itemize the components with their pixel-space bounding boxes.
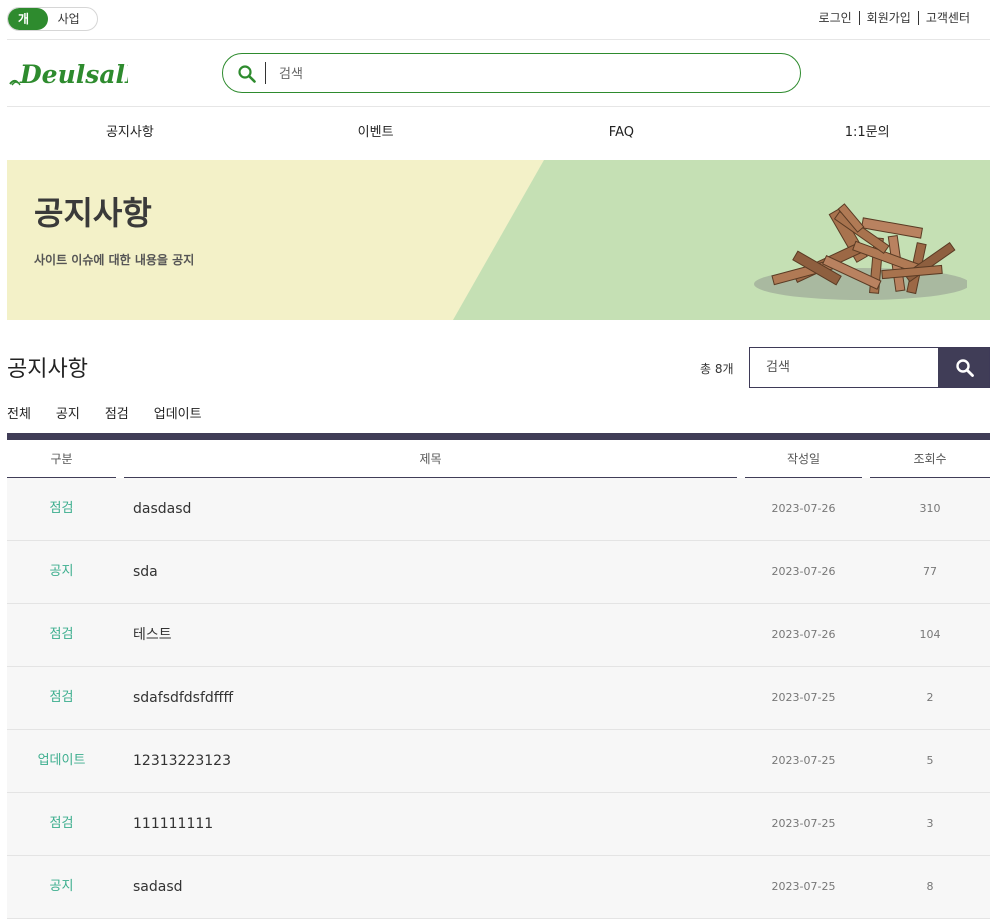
row-date: 2023-07-25 xyxy=(771,754,836,767)
top-links: 로그인 회원가입 고객센터 xyxy=(812,11,977,25)
category-all[interactable]: 전체 xyxy=(7,403,31,422)
nav-faq[interactable]: FAQ xyxy=(499,107,745,159)
global-search xyxy=(222,53,801,93)
row-date: 2023-07-26 xyxy=(771,502,836,515)
column-date: 작성일 xyxy=(745,441,862,478)
row-title[interactable]: sda xyxy=(133,541,733,603)
personal-toggle-button[interactable]: 개인 xyxy=(8,8,48,30)
row-views: 3 xyxy=(926,817,934,830)
top-bar: 개인 사업자 로그인 회원가입 고객센터 xyxy=(0,0,1007,40)
list-search-input[interactable] xyxy=(750,348,938,387)
global-search-input[interactable] xyxy=(277,62,781,86)
row-category: 업데이트 xyxy=(37,753,86,768)
row-title[interactable]: sadasd xyxy=(133,856,733,918)
main-nav: 공지사항 이벤트 FAQ 1:1문의 xyxy=(7,107,990,159)
wood-pile-icon xyxy=(754,203,967,300)
nav-inquiry[interactable]: 1:1문의 xyxy=(744,107,990,159)
login-link[interactable]: 로그인 xyxy=(812,11,859,25)
row-title[interactable]: sdafsdfdsfdffff xyxy=(133,667,733,729)
row-views: 77 xyxy=(923,565,937,578)
row-views: 8 xyxy=(926,880,934,893)
row-date: 2023-07-25 xyxy=(771,817,836,830)
table-header: 구분 제목 작성일 조회수 xyxy=(7,441,990,478)
table-row[interactable]: 점검 dasdasd 2023-07-26 310 xyxy=(7,478,990,541)
table-body: 점검 dasdasd 2023-07-26 310 공지 sda 2023-07… xyxy=(7,478,990,919)
page: 개인 사업자 로그인 회원가입 고객센터 DeulsalE 공지사항 이벤트 F… xyxy=(0,0,1007,919)
row-category: 점검 xyxy=(49,690,74,705)
row-title[interactable]: 111111111 xyxy=(133,793,733,855)
row-views: 2 xyxy=(926,691,934,704)
row-date: 2023-07-25 xyxy=(771,880,836,893)
customer-center-link[interactable]: 고객센터 xyxy=(917,11,977,25)
table-row[interactable]: 점검 111111111 2023-07-25 3 xyxy=(7,793,990,856)
search-icon[interactable] xyxy=(237,64,257,84)
nav-notice[interactable]: 공지사항 xyxy=(7,107,253,159)
category-maintenance[interactable]: 점검 xyxy=(105,403,129,422)
column-views: 조회수 xyxy=(870,441,990,478)
row-title[interactable]: 12313223123 xyxy=(133,730,733,792)
row-category: 공지 xyxy=(49,879,74,894)
column-title: 제목 xyxy=(124,441,737,478)
row-category: 점검 xyxy=(49,501,74,516)
category-notice[interactable]: 공지 xyxy=(56,403,80,422)
business-toggle-button[interactable]: 사업자 xyxy=(48,8,97,30)
signup-link[interactable]: 회원가입 xyxy=(858,11,918,25)
table-row[interactable]: 업데이트 12313223123 2023-07-25 5 xyxy=(7,730,990,793)
search-divider xyxy=(265,62,266,84)
row-views: 104 xyxy=(919,628,941,641)
table-row[interactable]: 공지 sadasd 2023-07-25 8 xyxy=(7,856,990,919)
column-category: 구분 xyxy=(7,441,116,478)
post-count: 총 8개 xyxy=(700,362,734,376)
banner-subtitle: 사이트 이슈에 대한 내용을 공지 xyxy=(34,253,195,267)
banner-title: 공지사항 xyxy=(34,194,152,232)
list-search-button[interactable] xyxy=(938,348,989,387)
table-top-bar xyxy=(7,433,990,440)
row-views: 310 xyxy=(919,502,941,515)
nav-event[interactable]: 이벤트 xyxy=(253,107,499,159)
row-views: 5 xyxy=(926,754,934,767)
divider xyxy=(7,39,990,40)
row-date: 2023-07-25 xyxy=(771,691,836,704)
row-category: 점검 xyxy=(49,816,74,831)
row-category: 공지 xyxy=(49,564,74,579)
row-date: 2023-07-26 xyxy=(771,565,836,578)
table-row[interactable]: 공지 sda 2023-07-26 77 xyxy=(7,541,990,604)
table-row[interactable]: 점검 테스트 2023-07-26 104 xyxy=(7,604,990,667)
row-title[interactable]: 테스트 xyxy=(133,604,733,666)
list-search xyxy=(749,347,990,388)
site-logo[interactable]: DeulsalE xyxy=(8,56,145,92)
account-type-toggle: 개인 사업자 xyxy=(7,7,98,31)
table-row[interactable]: 점검 sdafsdfdsfdffff 2023-07-25 2 xyxy=(7,667,990,730)
category-update[interactable]: 업데이트 xyxy=(154,403,202,422)
logo-text: DeulsalE xyxy=(19,60,128,89)
row-category: 점검 xyxy=(49,627,74,642)
search-icon xyxy=(956,359,974,377)
sprout-icon: DeulsalE xyxy=(9,60,145,89)
category-filter: 전체 공지 점검 업데이트 xyxy=(7,403,227,422)
row-date: 2023-07-26 xyxy=(771,628,836,641)
list-title: 공지사항 xyxy=(7,357,88,382)
row-title[interactable]: dasdasd xyxy=(133,478,733,540)
hero-banner: 공지사항 사이트 이슈에 대한 내용을 공지 xyxy=(7,160,990,320)
